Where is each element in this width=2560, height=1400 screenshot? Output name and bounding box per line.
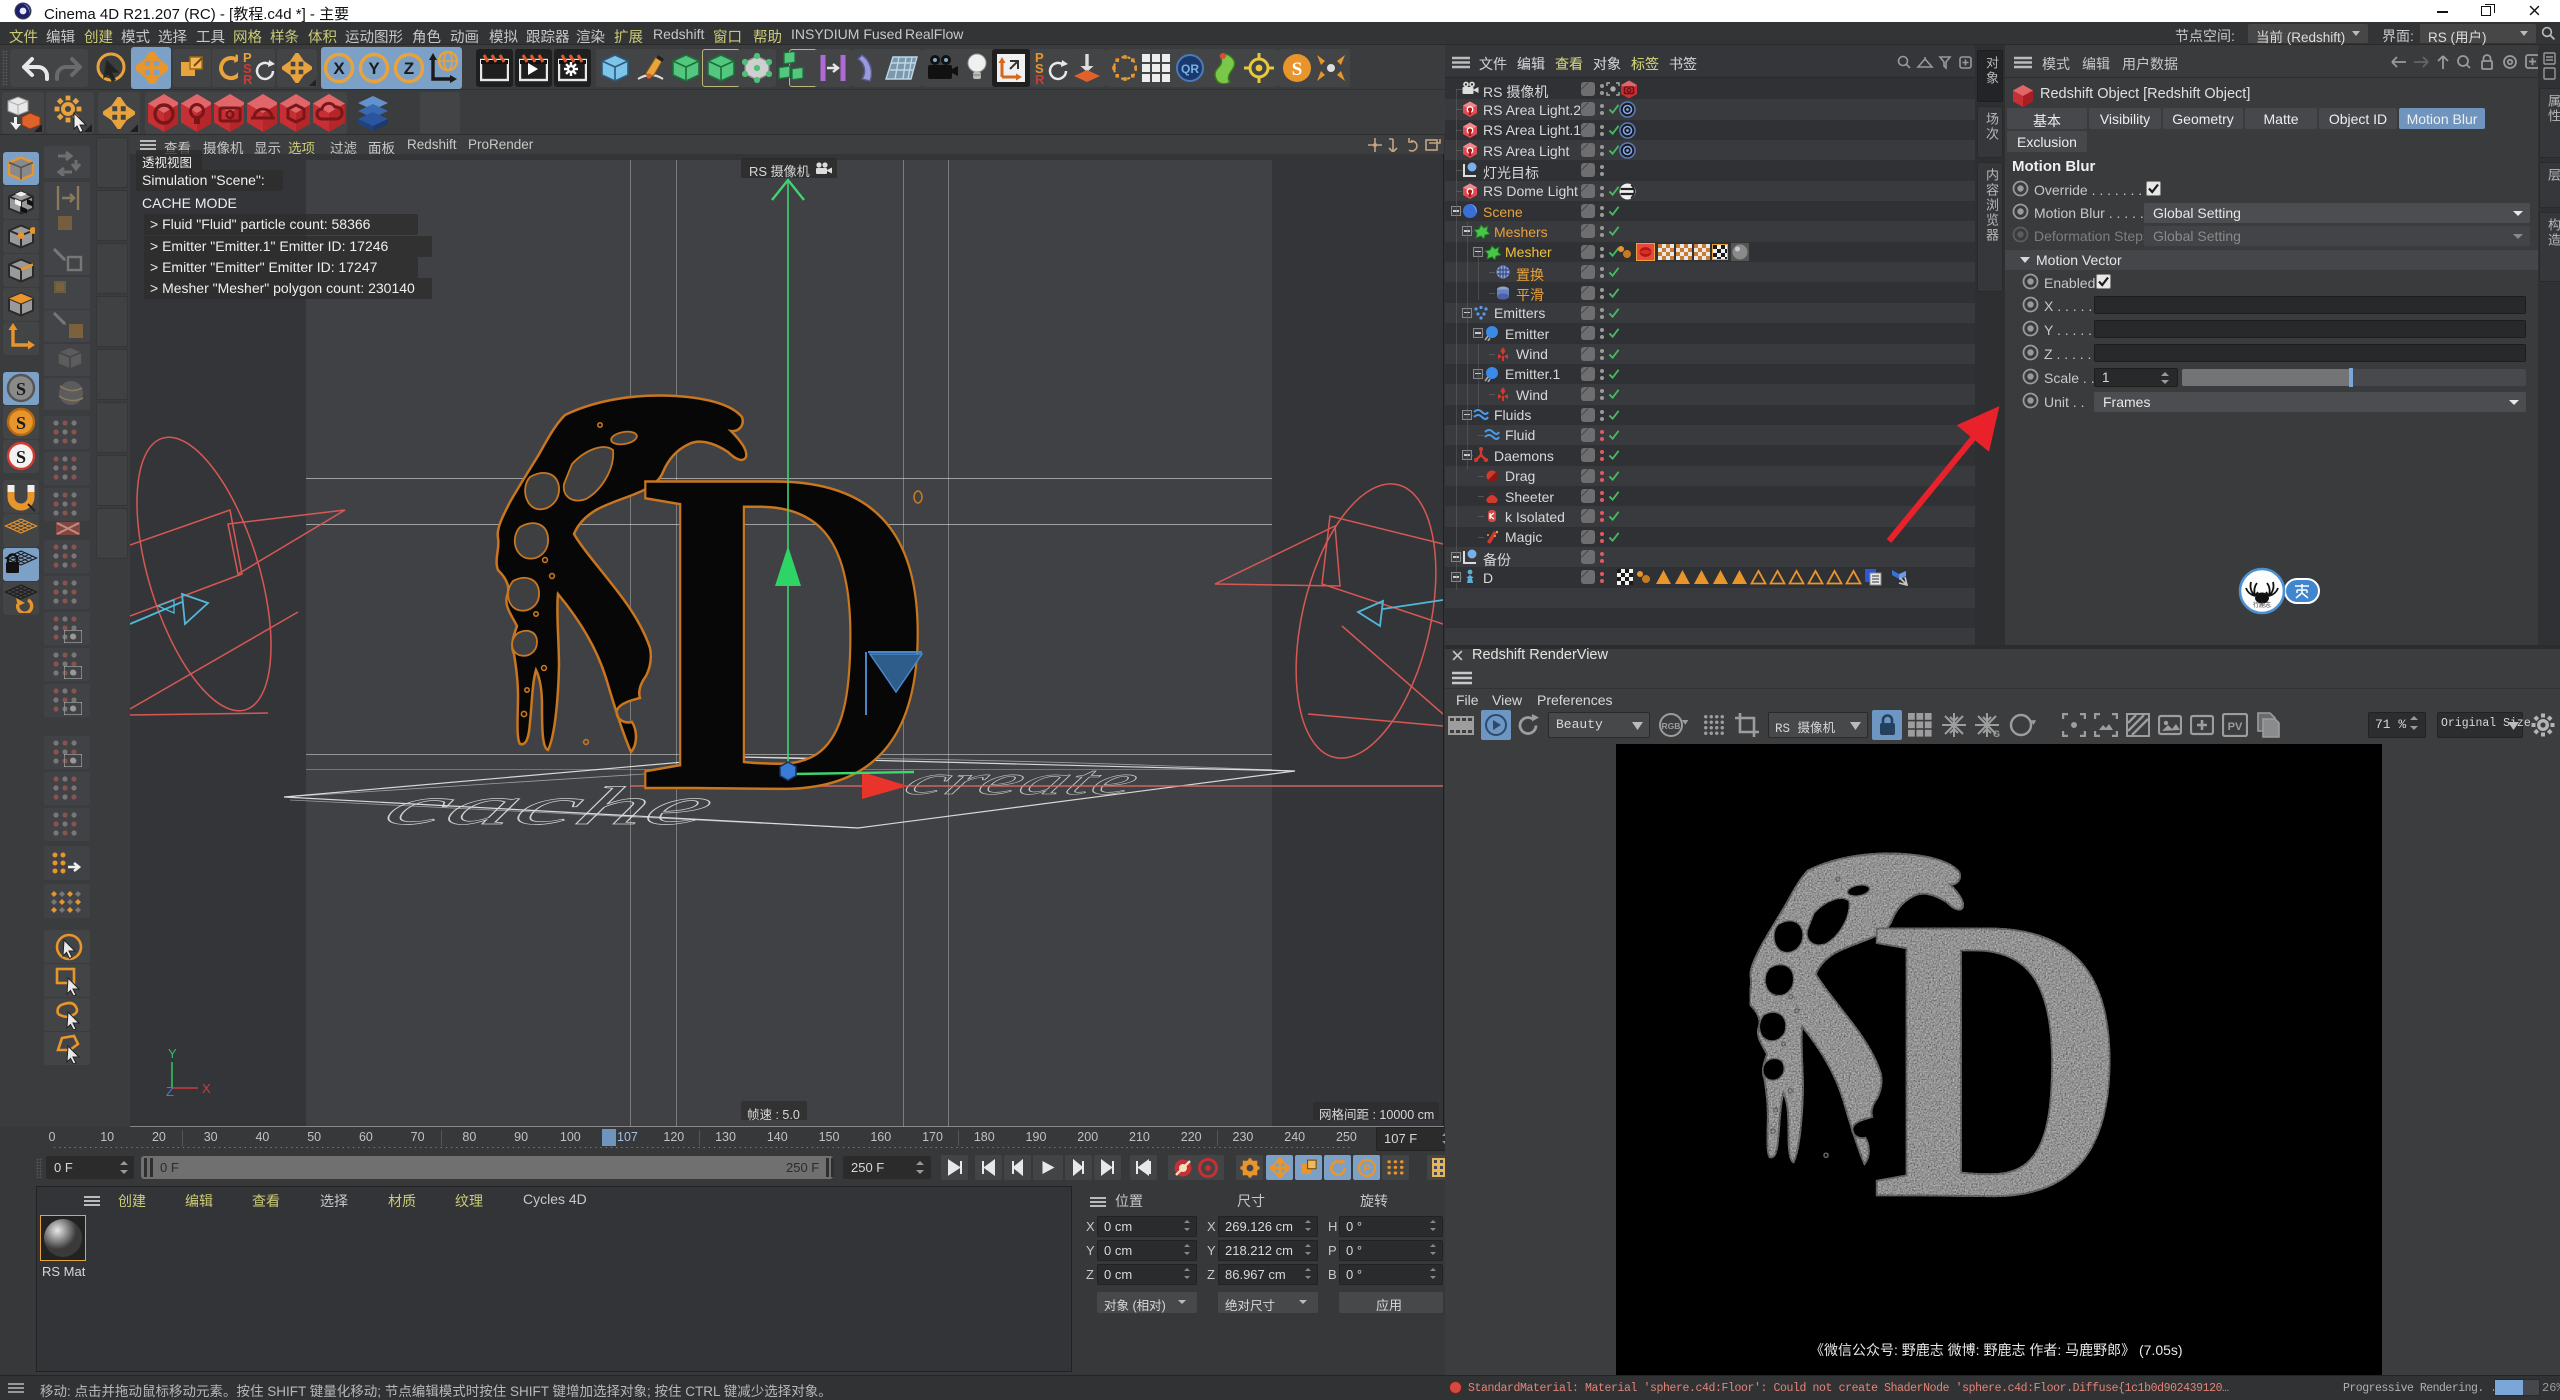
svg-text:PV: PV (2228, 721, 2243, 733)
svg-text:Y: Y (368, 59, 380, 78)
svg-text:Y: Y (168, 1048, 177, 1061)
svg-text:Z: Z (404, 59, 414, 78)
svg-text:QR: QR (1181, 62, 1199, 76)
svg-text:S: S (16, 413, 26, 433)
svg-text:X: X (333, 59, 345, 78)
svg-text:RGB: RGB (1662, 721, 1681, 731)
svg-text:X: X (202, 1081, 211, 1096)
svg-text:S: S (16, 379, 26, 399)
svg-text:行鹿志: 行鹿志 (2253, 601, 2271, 609)
svg-text:D: D (1870, 833, 2127, 1284)
svg-text:G: G (1993, 729, 2000, 738)
svg-text:Z: Z (166, 1084, 174, 1098)
svg-text:S: S (16, 447, 26, 467)
svg-text:S: S (1292, 59, 1303, 80)
svg-text:P: P (1363, 1163, 1370, 1175)
